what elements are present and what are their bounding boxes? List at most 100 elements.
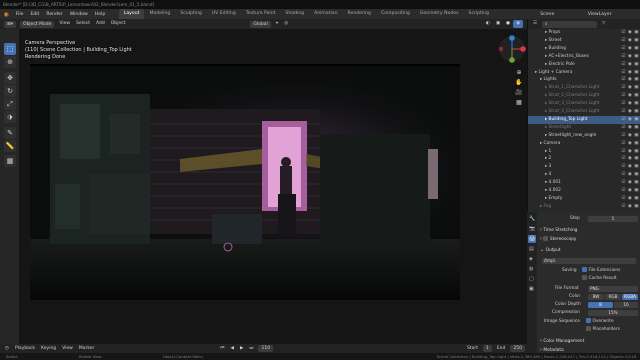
proportional-edit-icon[interactable]: ◎ bbox=[281, 20, 291, 28]
visibility-toggle-icons[interactable]: ☑ ◉ ▣ bbox=[621, 76, 639, 84]
outliner-row[interactable]: ▸ Strut_4_Character Light ☑ ◉ ▣ bbox=[528, 108, 640, 116]
world-tab-icon[interactable]: ◍ bbox=[529, 266, 533, 272]
menu-file[interactable]: File bbox=[12, 12, 27, 17]
collection-tab-icon[interactable]: ▢ bbox=[529, 276, 534, 282]
move-icon[interactable]: ✥ bbox=[4, 72, 16, 84]
tab-modeling[interactable]: Modeling bbox=[144, 9, 175, 19]
tab-animation[interactable]: Animation bbox=[309, 9, 342, 19]
current-frame-field[interactable]: 110 bbox=[258, 345, 274, 352]
visibility-toggle-icons[interactable]: ☑ ◉ ▣ bbox=[621, 140, 639, 148]
outliner-row[interactable]: ▸ Streetlight ☑ ◉ ▣ bbox=[528, 124, 640, 132]
outliner-search-input[interactable]: ⌕ bbox=[542, 20, 598, 28]
outliner-row[interactable]: ▸ Building ☑ ◉ ▣ bbox=[528, 45, 640, 53]
perspective-grid-icon[interactable]: ▦ bbox=[515, 99, 523, 107]
menu-view[interactable]: View bbox=[56, 20, 73, 28]
transform-icon[interactable]: ⬗ bbox=[4, 111, 16, 123]
outliner-row[interactable]: ▸ AC+Electric_Boxes ☑ ◉ ▣ bbox=[528, 53, 640, 61]
tab-shading[interactable]: Shading bbox=[280, 9, 309, 19]
visibility-toggle-icons[interactable]: ☑ ◉ ▣ bbox=[621, 61, 639, 69]
visibility-toggle-icons[interactable]: ☑ ◉ ▣ bbox=[621, 155, 639, 163]
pan-hand-icon[interactable]: ✋ bbox=[515, 79, 523, 87]
orientation-dropdown[interactable]: Global bbox=[250, 20, 271, 28]
render-tab-icon[interactable]: 📷 bbox=[529, 226, 535, 232]
select-box-icon[interactable]: ⬚ bbox=[4, 43, 16, 55]
step-field[interactable]: 1 bbox=[588, 215, 638, 223]
tab-texture-paint[interactable]: Texture Paint bbox=[241, 9, 281, 19]
output-tab-icon[interactable]: 🖨 bbox=[528, 235, 536, 243]
view-layer-selector[interactable]: ViewLayer bbox=[558, 12, 615, 17]
menu-help[interactable]: Help bbox=[91, 12, 108, 17]
xray-icon[interactable]: ▣ bbox=[493, 20, 503, 28]
color-bw-option[interactable]: BW bbox=[588, 293, 604, 301]
tab-layout[interactable]: Layout bbox=[118, 9, 145, 19]
view-layer-tab-icon[interactable]: ▤ bbox=[529, 246, 534, 252]
object-tab-icon[interactable]: ▣ bbox=[529, 286, 534, 292]
outliner-row[interactable]: ▸ 1 ☑ ◉ ▣ bbox=[528, 148, 640, 156]
visibility-toggle-icons[interactable]: ☑ ◉ ▣ bbox=[621, 163, 639, 171]
visibility-toggle-icons[interactable]: ☑ ◉ ▣ bbox=[621, 195, 639, 203]
outliner-row[interactable]: ▸ Street ☑ ◉ ▣ bbox=[528, 37, 640, 45]
visibility-toggle-icons[interactable]: ☑ ◉ ▣ bbox=[621, 92, 639, 100]
start-frame-field[interactable]: 1 bbox=[482, 345, 492, 352]
section-color-management[interactable]: › Color Management bbox=[540, 337, 640, 345]
timeline-view-menu[interactable]: View bbox=[59, 345, 76, 353]
depth-16-option[interactable]: 16 bbox=[614, 301, 638, 309]
tab-uv-editing[interactable]: UV Editing bbox=[207, 9, 241, 19]
visibility-toggle-icons[interactable]: ☑ ◉ ▣ bbox=[621, 203, 639, 211]
visibility-toggle-icons[interactable]: ☑ ◉ ▣ bbox=[621, 37, 639, 45]
shading-solid-icon[interactable]: ● bbox=[503, 20, 513, 28]
visibility-toggle-icons[interactable]: ☑ ◉ ▣ bbox=[621, 53, 639, 61]
keying-menu[interactable]: Keying bbox=[38, 345, 59, 353]
timeline-editor-icon[interactable]: ◷ bbox=[2, 345, 12, 353]
rotate-icon[interactable]: ↻ bbox=[4, 85, 16, 97]
3d-viewport[interactable]: Camera Perspective (110) Scene Collectio… bbox=[19, 29, 527, 344]
menu-window[interactable]: Window bbox=[66, 12, 91, 17]
visibility-toggle-icons[interactable]: ☑ ◉ ▣ bbox=[621, 69, 639, 77]
tab-scripting[interactable]: Scripting bbox=[464, 9, 494, 19]
menu-select[interactable]: Select bbox=[73, 20, 93, 28]
tab-geometry-nodes[interactable]: Geometry Nodes bbox=[415, 9, 464, 19]
menu-add[interactable]: Add bbox=[93, 20, 108, 28]
scale-icon[interactable]: ⤢ bbox=[4, 98, 16, 110]
end-frame-field[interactable]: 250 bbox=[510, 345, 525, 352]
tool-settings-tab-icon[interactable]: 🔧 bbox=[529, 216, 535, 222]
outliner-row[interactable]: ▸ Building_Top Light ☑ ◉ ▣ bbox=[528, 115, 640, 124]
navigation-gizmo[interactable] bbox=[497, 34, 527, 64]
color-rgba-option[interactable]: RGBA bbox=[622, 293, 638, 301]
outliner-row[interactable]: ▸ Lights ☑ ◉ ▣ bbox=[528, 76, 640, 84]
play-icon[interactable]: ▶ bbox=[237, 345, 246, 353]
marker-menu[interactable]: Marker bbox=[76, 345, 98, 353]
section-output[interactable]: ⌄ Output bbox=[540, 246, 640, 254]
visibility-toggle-icons[interactable]: ☑ ◉ ▣ bbox=[621, 45, 639, 53]
menu-edit[interactable]: Edit bbox=[27, 12, 43, 17]
scene-selector[interactable]: Scene bbox=[537, 12, 558, 17]
jump-end-icon[interactable]: ⏭ bbox=[246, 345, 256, 353]
cursor-icon[interactable]: ⊕ bbox=[4, 56, 16, 68]
play-reverse-icon[interactable]: ◀ bbox=[227, 345, 236, 353]
depth-8-option[interactable]: 8 bbox=[588, 301, 613, 309]
outliner-row[interactable]: ▸ Strut_3_Character Light ☑ ◉ ▣ bbox=[528, 100, 640, 108]
visibility-toggle-icons[interactable]: ☑ ◉ ▣ bbox=[621, 116, 639, 124]
overlay-icon[interactable]: ◐ bbox=[483, 20, 493, 28]
menu-object[interactable]: Object bbox=[108, 20, 129, 28]
tab-rendering[interactable]: Rendering bbox=[343, 9, 376, 19]
outliner-row[interactable]: ▸ 3 ☑ ◉ ▣ bbox=[528, 163, 640, 171]
measure-icon[interactable]: 📏 bbox=[4, 140, 16, 152]
outliner-row[interactable]: ▸ 4 ☑ ◉ ▣ bbox=[528, 171, 640, 179]
file-extensions-checkbox[interactable]: File Extensions bbox=[582, 267, 620, 275]
outliner-row[interactable]: ▸ 2 ☑ ◉ ▣ bbox=[528, 155, 640, 163]
visibility-toggle-icons[interactable]: ☑ ◉ ▣ bbox=[621, 148, 639, 156]
outliner-row[interactable]: ▸ Streetlight_new_angle ☑ ◉ ▣ bbox=[528, 132, 640, 140]
outliner-row[interactable]: ▸ Strut_2_Character Light ☑ ◉ ▣ bbox=[528, 92, 640, 100]
outliner-row[interactable]: ▸ Fog ☑ ◉ ▣ bbox=[528, 203, 640, 211]
visibility-toggle-icons[interactable]: ☑ ◉ ▣ bbox=[621, 100, 639, 108]
outliner-row[interactable]: ▸ Strut_1_Character Light ☑ ◉ ▣ bbox=[528, 84, 640, 92]
mode-dropdown[interactable]: Object Mode bbox=[20, 20, 55, 28]
snap-icon[interactable]: ⌖ bbox=[273, 20, 282, 28]
add-cube-icon[interactable]: ▦ bbox=[4, 155, 16, 167]
tab-sculpting[interactable]: Sculpting bbox=[175, 9, 206, 19]
color-rgb-option[interactable]: RGB bbox=[605, 293, 621, 301]
visibility-toggle-icons[interactable]: ☑ ◉ ▣ bbox=[621, 132, 639, 140]
outliner-row[interactable]: ▸ Light + Camera ☑ ◉ ▣ bbox=[528, 69, 640, 77]
visibility-toggle-icons[interactable]: ☑ ◉ ▣ bbox=[621, 171, 639, 179]
